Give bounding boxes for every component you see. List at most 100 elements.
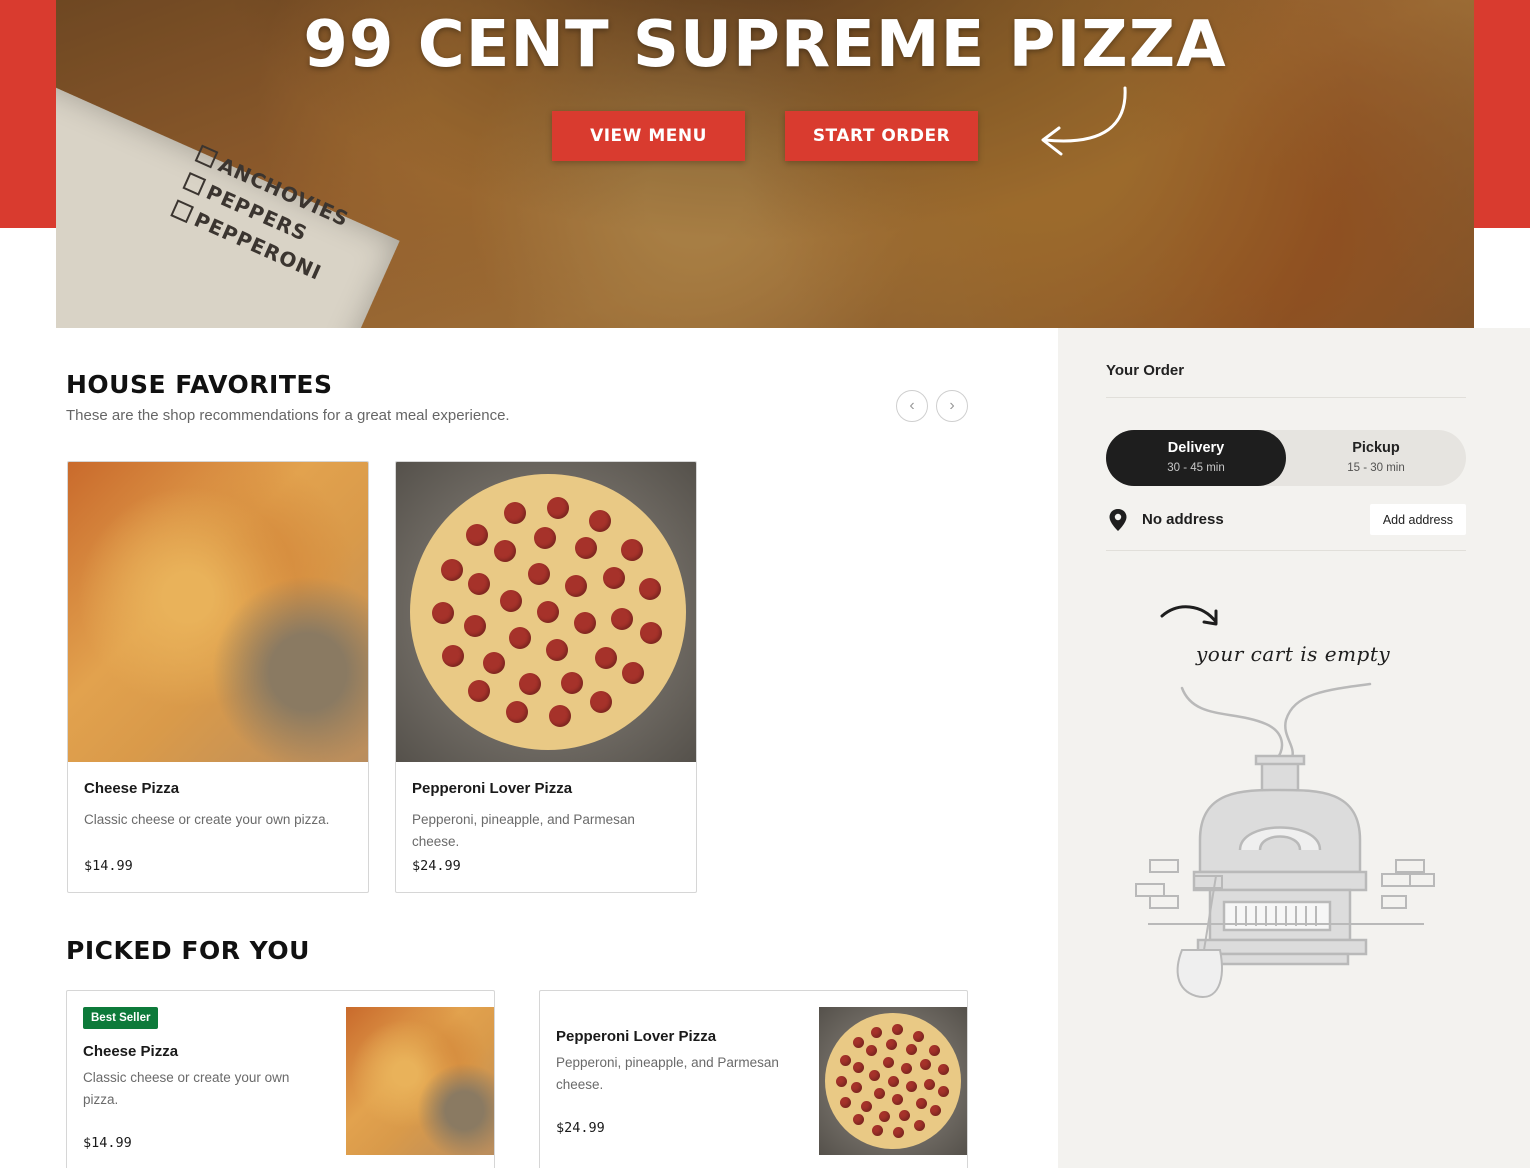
cheese-pizza-thumbnail — [346, 1007, 494, 1155]
carousel-next-button[interactable]: › — [936, 390, 968, 422]
restaurant-title: 99 CENT SUPREME PIZZA — [303, 8, 1227, 82]
hand-drawn-arrow-icon — [1160, 605, 1218, 626]
pepperoni-slice — [878, 1111, 890, 1123]
pepperoni-slice — [467, 572, 490, 595]
pepperoni-slice — [869, 1069, 881, 1081]
add-address-button[interactable]: Add address — [1369, 504, 1466, 535]
pepperoni-pizza-image — [396, 462, 696, 762]
pepperoni-slice — [892, 1024, 904, 1036]
start-order-button[interactable]: START ORDER — [785, 111, 978, 161]
pepperoni-slice — [561, 671, 584, 694]
order-sidebar: Your Order Delivery 30 - 45 min Pickup 1… — [1058, 328, 1530, 1168]
pepperoni-slice — [938, 1085, 950, 1097]
chevron-right-icon: › — [949, 397, 955, 414]
pepperoni-slice — [887, 1075, 899, 1087]
divider — [1106, 550, 1466, 551]
pickup-time: 15 - 30 min — [1347, 462, 1405, 474]
menu-item-name: Cheese Pizza — [84, 780, 180, 797]
pepperoni-slice — [851, 1082, 863, 1094]
pepperoni-slice — [508, 627, 531, 650]
picked-card-pepperoni-pizza[interactable]: Pepperoni Lover Pizza Pepperoni, pineapp… — [539, 990, 968, 1168]
pizza-oven-illustration — [1135, 682, 1435, 998]
pepperoni-slice — [519, 673, 542, 696]
pepperoni-slice — [860, 1100, 872, 1112]
menu-item-description: Pepperoni, pineapple, and Parmesan chees… — [556, 1055, 779, 1092]
pickup-label: Pickup — [1352, 440, 1400, 456]
pepperoni-slice — [537, 601, 559, 623]
address-row: No address Add address — [1106, 504, 1466, 536]
pepperoni-slice — [565, 574, 588, 597]
your-order-title: Your Order — [1106, 362, 1185, 379]
delivery-option[interactable]: Delivery 30 - 45 min — [1106, 430, 1286, 486]
pepperoni-slice — [840, 1054, 852, 1066]
pepperoni-slice — [937, 1064, 949, 1076]
pepperoni-slice — [621, 538, 644, 561]
pepperoni-slice — [548, 705, 571, 728]
picked-card-cheese-pizza[interactable]: Best Seller Cheese Pizza Classic cheese … — [66, 990, 495, 1168]
pepperoni-slice — [463, 614, 486, 637]
menu-item-description: Classic cheese or create your own pizza. — [84, 812, 330, 827]
pepperoni-slice — [891, 1094, 903, 1106]
pepperoni-slice — [893, 1126, 905, 1138]
pepperoni-slice — [573, 612, 596, 635]
pepperoni-slice — [866, 1045, 878, 1057]
pepperoni-slice — [905, 1081, 917, 1093]
menu-card-cheese-pizza[interactable]: Cheese Pizza Classic cheese or create yo… — [67, 461, 369, 893]
pepperoni-slice — [545, 638, 568, 661]
pepperoni-slice — [924, 1079, 936, 1091]
pepperoni-slice — [873, 1088, 885, 1100]
pepperoni-slice — [528, 563, 551, 586]
menu-item-price: $24.99 — [412, 858, 461, 874]
menu-item-name: Pepperoni Lover Pizza — [412, 780, 573, 797]
pepperoni-slice — [913, 1120, 925, 1131]
menu-item-name: Pepperoni Lover Pizza — [556, 1028, 717, 1045]
menu-item-name: Cheese Pizza — [83, 1043, 179, 1060]
pepperoni-slice — [852, 1037, 864, 1049]
pepperoni-slice — [929, 1105, 941, 1117]
pepperoni-slice — [916, 1098, 928, 1110]
pepperoni-slice — [611, 608, 634, 631]
pepperoni-slice — [639, 621, 662, 644]
pepperoni-slice — [588, 509, 611, 532]
pepperoni-slice — [494, 540, 517, 563]
delivery-label: Delivery — [1167, 440, 1225, 456]
pepperoni-slice — [467, 679, 490, 702]
pepperoni-slice — [906, 1043, 917, 1055]
menu-item-price: $14.99 — [84, 858, 133, 874]
pepperoni-slice — [871, 1124, 883, 1136]
pepperoni-slice — [840, 1096, 852, 1108]
house-favorites-subtitle: These are the shop recommendations for a… — [66, 407, 510, 424]
pepperoni-slice — [871, 1026, 883, 1038]
pepperoni-slice — [505, 701, 528, 724]
menu-item-description: Classic cheese or create your own pizza. — [83, 1070, 290, 1107]
menu-item-description: Pepperoni, pineapple, and Parmesan chees… — [412, 812, 635, 849]
address-text: No address — [1142, 511, 1224, 528]
view-menu-button[interactable]: VIEW MENU — [552, 111, 745, 161]
location-pin-icon — [1109, 509, 1127, 531]
divider — [1106, 397, 1466, 398]
menu-card-pepperoni-pizza[interactable]: Pepperoni Lover Pizza Pepperoni, pineapp… — [395, 461, 697, 893]
pepperoni-slice — [546, 496, 569, 519]
pepperoni-slice — [835, 1075, 847, 1087]
pepperoni-slice — [929, 1044, 941, 1056]
pepperoni-slice — [482, 652, 505, 675]
pepperoni-slice — [466, 523, 489, 546]
pepperoni-slice — [533, 526, 556, 549]
cheese-pizza-image — [68, 462, 368, 762]
pepperoni-slice — [441, 644, 464, 667]
pepperoni-slice — [590, 691, 613, 714]
chevron-left-icon: ‹ — [909, 397, 915, 414]
pepperoni-slice — [503, 501, 526, 524]
pepperoni-slice — [639, 578, 662, 601]
delivery-time: 30 - 45 min — [1167, 462, 1225, 474]
pepperoni-slice — [622, 661, 645, 684]
empty-cart-text: your cart is empty — [1196, 642, 1391, 666]
carousel-prev-button[interactable]: ‹ — [896, 390, 928, 422]
pepperoni-slice — [603, 567, 626, 590]
pickup-option[interactable]: Pickup 15 - 30 min — [1286, 430, 1466, 486]
pepperoni-pizza-thumbnail — [819, 1007, 967, 1155]
pepperoni-slice — [901, 1062, 913, 1074]
curved-arrow-icon — [1041, 86, 1127, 156]
pepperoni-slice — [440, 559, 463, 582]
pepperoni-slice — [432, 601, 455, 624]
